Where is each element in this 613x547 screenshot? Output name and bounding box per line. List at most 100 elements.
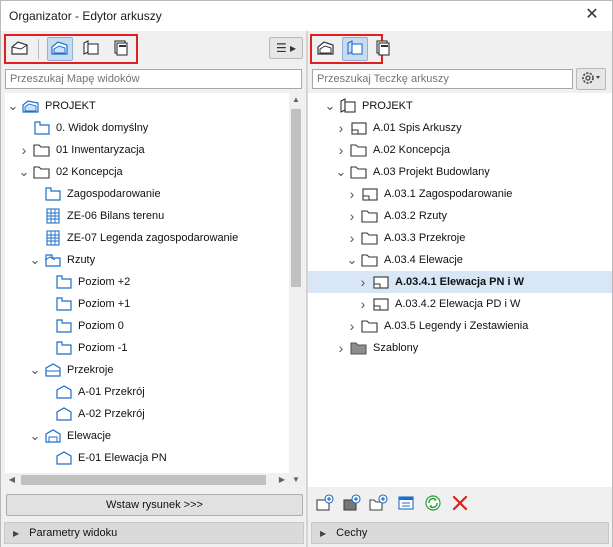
view-map-tree-item[interactable]: Poziom 0 xyxy=(5,315,289,337)
expand-chevron-icon[interactable]: › xyxy=(18,139,30,161)
project-map-button[interactable] xyxy=(7,37,33,61)
layout-icon xyxy=(371,271,391,293)
no-chevron xyxy=(40,381,52,403)
collapse-chevron-icon[interactable]: ⌄ xyxy=(29,359,41,381)
layout-book-tree-item[interactable]: › A.03.4.1 Elewacja PN i W xyxy=(308,271,612,293)
view-map-vertical-scrollbar[interactable]: ▲ ▼ xyxy=(289,93,303,487)
right-layout-book-button[interactable] xyxy=(342,37,368,61)
new-layout-icon xyxy=(315,493,335,515)
view-map-tree-item[interactable]: Poziom +2 xyxy=(5,271,289,293)
view-map-tree-item[interactable]: Poziom +1 xyxy=(5,293,289,315)
properties-label: Cechy xyxy=(336,527,368,539)
horizontal-scroll-thumb[interactable] xyxy=(21,475,266,485)
expand-chevron-icon[interactable]: › xyxy=(335,117,347,139)
layout-book-tree-item[interactable]: › A.03.4.2 Elewacja PD i W xyxy=(308,293,612,315)
view-map-icon xyxy=(50,39,70,60)
elevation-icon xyxy=(54,447,74,469)
expand-chevron-icon[interactable]: › xyxy=(357,293,369,315)
expand-chevron-icon[interactable]: › xyxy=(346,315,358,337)
view-map-horizontal-scrollbar[interactable]: ◀ ▶ xyxy=(5,473,289,487)
view-map-button[interactable] xyxy=(47,37,73,61)
view-map-tree-item[interactable]: E-01 Elewacja PN xyxy=(5,447,289,469)
publisher-sets-button[interactable] xyxy=(108,37,134,61)
collapse-chevron-icon[interactable]: ⌄ xyxy=(335,161,347,183)
expand-chevron-icon[interactable]: › xyxy=(357,271,369,293)
window-title: Organizator - Edytor arkuszy xyxy=(9,9,162,23)
view-map-tree-item[interactable]: ⌄ Rzuty xyxy=(5,249,289,271)
no-chevron xyxy=(40,403,52,425)
view-map-tree-item[interactable]: ⌄ PROJEKT xyxy=(5,95,289,117)
expand-chevron-icon[interactable]: › xyxy=(346,227,358,249)
view-map-search-input[interactable] xyxy=(5,69,302,89)
search-options-button[interactable] xyxy=(576,68,606,90)
layout-book-tree-item[interactable]: › A.02 Koncepcja xyxy=(308,139,612,161)
layout-book-tree-item[interactable]: ⌄ A.03.4 Elewacje xyxy=(308,249,612,271)
layout-book-tree-item[interactable]: ⌄ PROJEKT xyxy=(308,95,612,117)
view-parameters-label: Parametry widoku xyxy=(29,527,118,539)
layout-book-tree-item[interactable]: › A.01 Spis Arkuszy xyxy=(308,117,612,139)
left-toolbar: ☰ ▸ xyxy=(1,31,306,65)
view-map-tree-item[interactable]: Zagospodarowanie xyxy=(5,183,289,205)
pane-menu-button[interactable]: ☰ ▸ xyxy=(269,37,303,59)
collapse-chevron-icon[interactable]: ⌄ xyxy=(7,95,19,117)
new-subset-button[interactable] xyxy=(368,493,390,515)
new-master-icon xyxy=(342,493,362,515)
layout-book-tree-item[interactable]: › A.03.1 Zagospodarowanie xyxy=(308,183,612,205)
view-map-tree-item[interactable]: ⌄ 02 Koncepcja xyxy=(5,161,289,183)
right-view-map-button[interactable] xyxy=(313,37,339,61)
view-map-tree-item[interactable]: ZE-06 Bilans terenu xyxy=(5,205,289,227)
insert-drawing-button[interactable]: Wstaw rysunek >>> xyxy=(6,494,303,516)
scroll-up-arrow[interactable]: ▲ xyxy=(289,93,303,107)
view-map-tree-item[interactable]: 0. Widok domyślny xyxy=(5,117,289,139)
scroll-right-arrow[interactable]: ▶ xyxy=(275,473,289,487)
collapse-chevron-icon[interactable]: ⌄ xyxy=(29,425,41,447)
folder-icon xyxy=(32,161,52,183)
view-parameters-panel[interactable]: ▶ Parametry widoku xyxy=(4,522,304,544)
right-publisher-sets-button[interactable] xyxy=(370,37,396,61)
view-map-tree-item[interactable]: ⌄ Elewacje xyxy=(5,425,289,447)
master-folder-icon xyxy=(349,337,369,359)
no-chevron xyxy=(40,315,52,337)
new-layout-button[interactable] xyxy=(314,493,336,515)
layout-book-tree-item[interactable]: › A.03.2 Rzuty xyxy=(308,205,612,227)
expand-chevron-icon[interactable]: › xyxy=(335,337,347,359)
layout-book-tree-item-label: A.01 Spis Arkuszy xyxy=(373,122,462,134)
expand-chevron-icon[interactable]: › xyxy=(346,183,358,205)
update-button[interactable] xyxy=(422,493,444,515)
view-map-tree-item-label: Przekroje xyxy=(67,364,114,376)
subset-folder-icon xyxy=(349,161,369,183)
scroll-thumb[interactable] xyxy=(291,109,301,287)
layout-book-tree-item-label: A.03 Projekt Budowlany xyxy=(373,166,490,178)
schedule-icon xyxy=(43,205,63,227)
layout-book-tree-item-label: PROJEKT xyxy=(362,100,413,112)
expand-chevron-icon[interactable]: › xyxy=(346,205,358,227)
expand-chevron-icon[interactable]: › xyxy=(335,139,347,161)
view-map-tree-item[interactable]: ZE-07 Legenda zagospodarowanie xyxy=(5,227,289,249)
layout-book-tree-item[interactable]: ⌄ A.03 Projekt Budowlany xyxy=(308,161,612,183)
subset-folder-icon xyxy=(360,227,380,249)
view-map-tree-item[interactable]: ⌄ Przekroje xyxy=(5,359,289,381)
collapse-chevron-icon[interactable]: ⌄ xyxy=(324,95,336,117)
new-master-button[interactable] xyxy=(341,493,363,515)
project-icon xyxy=(21,95,41,117)
layout-book-tree-item[interactable]: › A.03.3 Przekroje xyxy=(308,227,612,249)
layout-book-tree-item[interactable]: › Szablony xyxy=(308,337,612,359)
delete-button[interactable] xyxy=(449,493,471,515)
close-button[interactable]: ✕ xyxy=(582,5,602,25)
view-map-tree-item[interactable]: › 01 Inwentaryzacja xyxy=(5,139,289,161)
collapse-chevron-icon[interactable]: ⌄ xyxy=(29,249,41,271)
scroll-left-arrow[interactable]: ◀ xyxy=(5,473,19,487)
scroll-down-arrow[interactable]: ▼ xyxy=(289,473,303,487)
settings-list-button[interactable] xyxy=(395,493,417,515)
properties-panel[interactable]: ▶ Cechy xyxy=(311,522,609,544)
view-map-tree-item[interactable]: A-01 Przekrój xyxy=(5,381,289,403)
no-chevron xyxy=(40,293,52,315)
view-map-tree-item[interactable]: Poziom -1 xyxy=(5,337,289,359)
publisher-sets-icon xyxy=(111,39,131,60)
layout-book-search-input[interactable] xyxy=(312,69,573,89)
view-map-tree-item[interactable]: A-02 Przekrój xyxy=(5,403,289,425)
layout-book-button[interactable] xyxy=(78,37,104,61)
collapse-chevron-icon[interactable]: ⌄ xyxy=(18,161,30,183)
collapse-chevron-icon[interactable]: ⌄ xyxy=(346,249,358,271)
layout-book-tree-item[interactable]: › A.03.5 Legendy i Zestawienia xyxy=(308,315,612,337)
